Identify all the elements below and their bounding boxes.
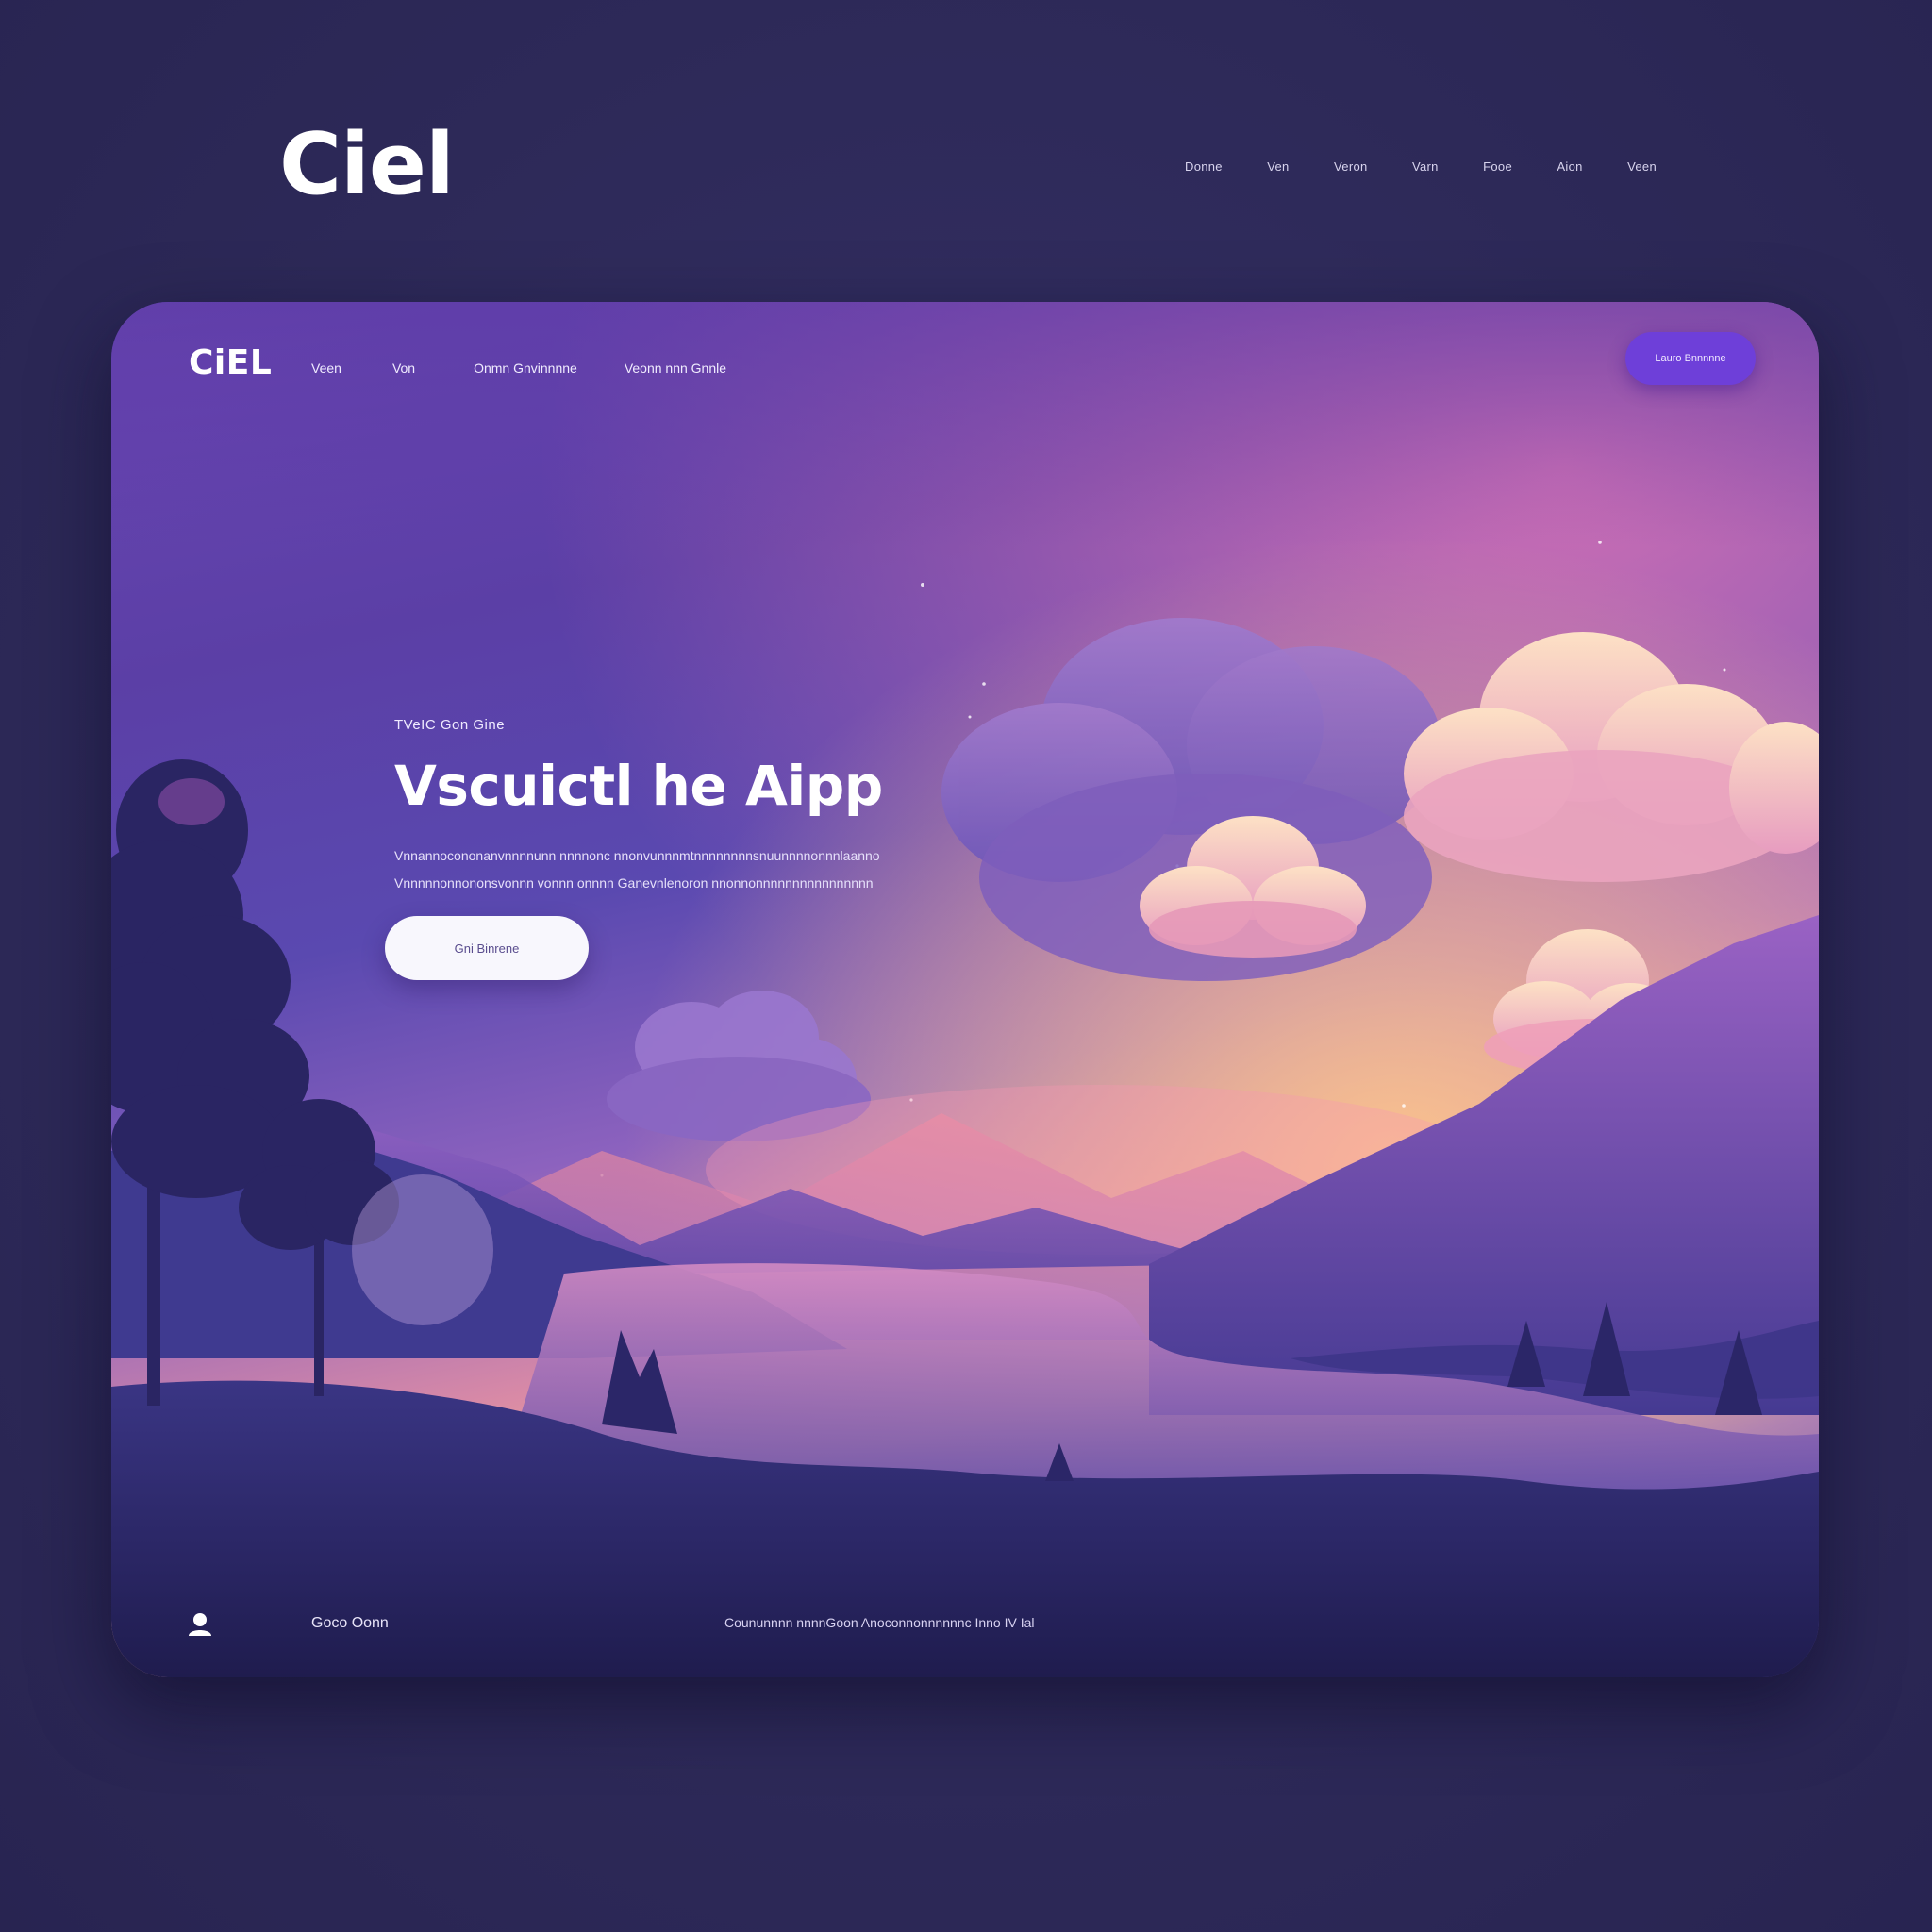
card-nav-item[interactable]: Veen bbox=[311, 360, 341, 375]
moon-haze bbox=[352, 1174, 493, 1325]
outer-nav-item[interactable]: Varn bbox=[1412, 159, 1439, 174]
footer-center-text: Coununnnn nnnnGoon Anoconnonnnnnnc Inno … bbox=[724, 1615, 1035, 1630]
user-icon[interactable] bbox=[187, 1611, 213, 1638]
footer-left-text[interactable]: Goco Oonn bbox=[311, 1615, 389, 1632]
outer-logo[interactable]: Ciel bbox=[279, 115, 455, 214]
hero-description: Vnnannocononanvnnnnunn nnnnonc nnonvunnn… bbox=[394, 848, 880, 891]
card-nav-item[interactable]: Von bbox=[392, 360, 415, 375]
hero-card: CiEL Veen Von Onmn Gnvinnnne Veonn nnn G… bbox=[111, 302, 1819, 1677]
card-nav-item[interactable]: Onmn Gnvinnnne bbox=[474, 360, 577, 375]
nav-cta-button[interactable]: Lauro Bnnnnne bbox=[1625, 332, 1756, 385]
outer-nav: Donne Ven Veron Varn Fooe Aion Veen bbox=[1185, 157, 1657, 175]
hero-title: Vscuictl he Aipp bbox=[394, 754, 883, 818]
hero-button[interactable]: Gni Binrene bbox=[385, 916, 589, 980]
outer-nav-item[interactable]: Donne bbox=[1185, 159, 1223, 174]
hero-content: TVeIC Gon Gine Vscuictl he Aipp Vnnannoc… bbox=[385, 717, 923, 980]
card-nav: CiEL Veen Von Onmn Gnvinnnne Veonn nnn G… bbox=[111, 302, 1819, 415]
card-nav-item[interactable]: Veonn nnn Gnnle bbox=[625, 360, 726, 375]
card-footer: Goco Oonn Coununnnn nnnnGoon Anoconnonnn… bbox=[111, 1564, 1819, 1677]
outer-nav-item[interactable]: Veron bbox=[1334, 159, 1367, 174]
outer-nav-item[interactable]: Fooe bbox=[1483, 159, 1512, 174]
outer-nav-item[interactable]: Ven bbox=[1267, 159, 1289, 174]
outer-nav-item[interactable]: Aion bbox=[1557, 159, 1582, 174]
landscape-illustration bbox=[111, 302, 1819, 1677]
card-logo[interactable]: CiEL bbox=[189, 343, 272, 382]
outer-nav-item[interactable]: Veen bbox=[1627, 159, 1657, 174]
card-nav-links: Veen Von Onmn Gnvinnnne Veonn nnn Gnnle bbox=[311, 358, 726, 377]
hero-eyebrow: TVeIC Gon Gine bbox=[394, 717, 506, 733]
